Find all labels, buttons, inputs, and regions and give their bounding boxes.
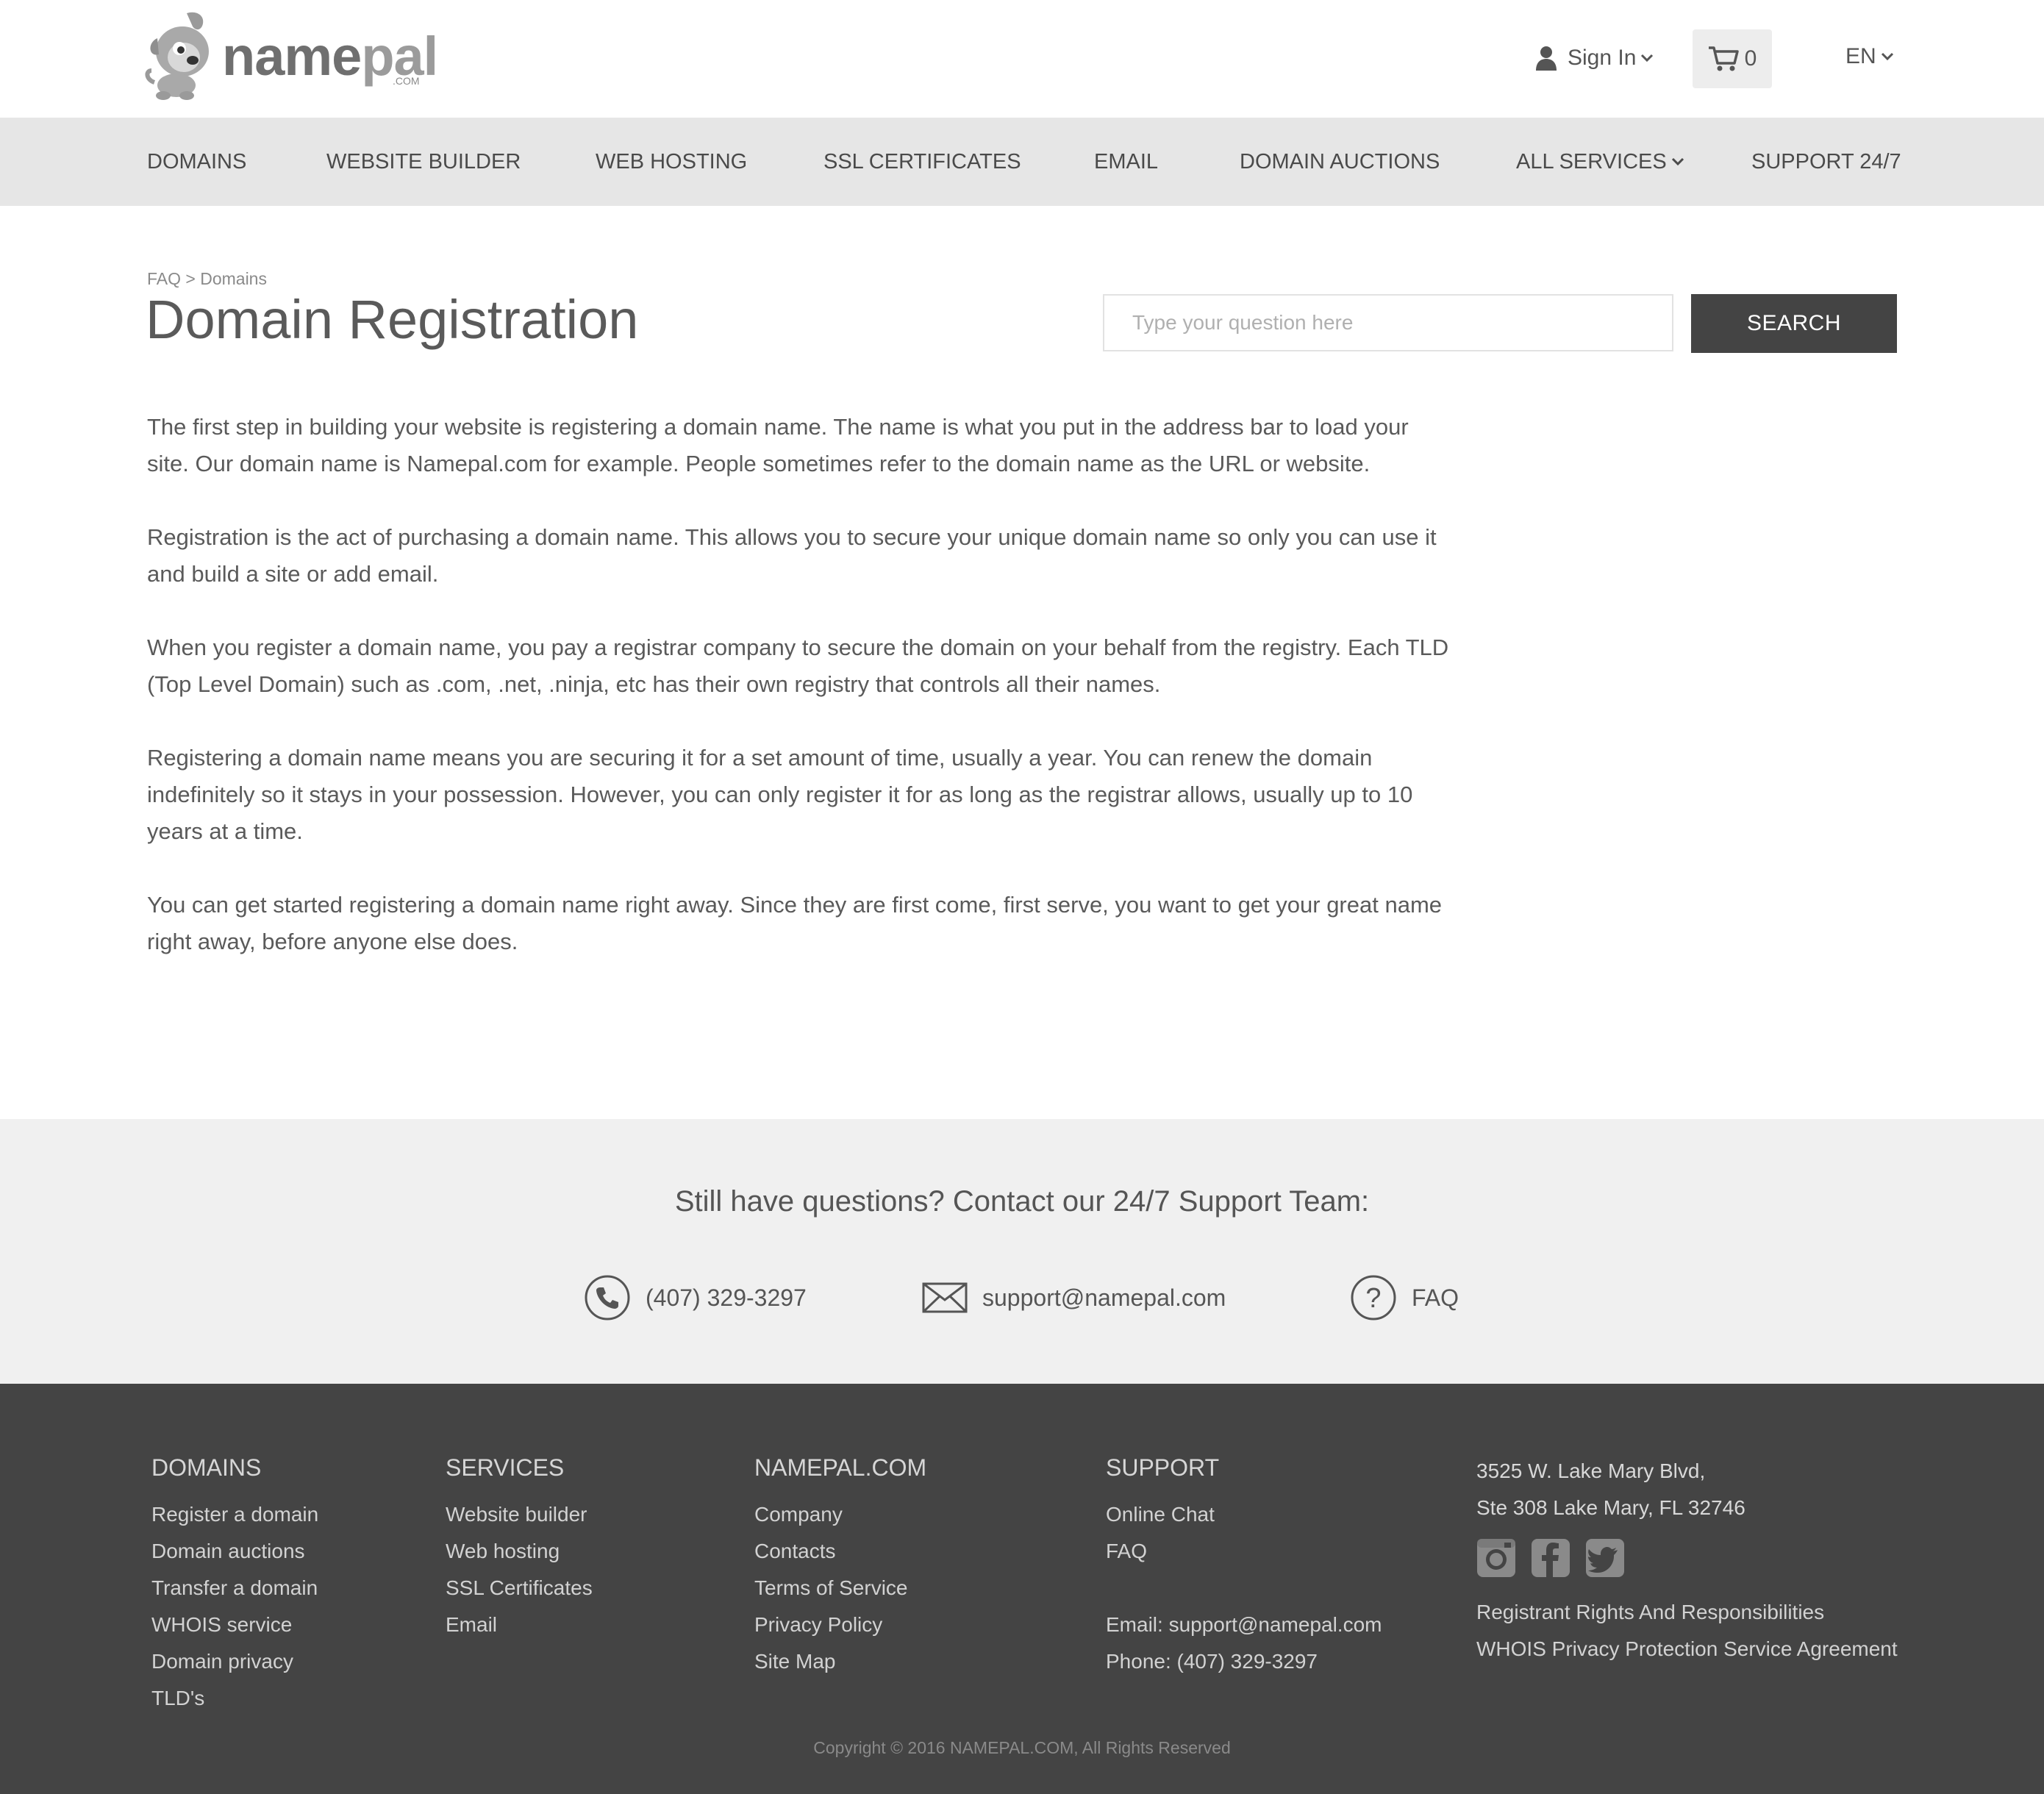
nav-web-hosting[interactable]: WEB HOSTING	[596, 118, 747, 206]
facebook-icon[interactable]	[1531, 1538, 1570, 1578]
footer-link[interactable]: Site Map	[754, 1643, 926, 1680]
twitter-icon[interactable]	[1585, 1538, 1625, 1578]
footer-link[interactable]: Domain auctions	[151, 1533, 318, 1570]
footer-link[interactable]: SSL Certificates	[446, 1570, 593, 1607]
user-icon	[1536, 46, 1557, 71]
contact-faq-text: FAQ	[1412, 1284, 1459, 1311]
footer-link[interactable]: Company	[754, 1496, 926, 1533]
footer-link[interactable]: Privacy Policy	[754, 1607, 926, 1643]
footer-address-line: 3525 W. Lake Mary Blvd,	[1476, 1459, 1706, 1482]
footer-heading: DOMAINS	[151, 1454, 262, 1481]
footer-link[interactable]: Registrant Rights And Responsibilities	[1476, 1594, 1898, 1631]
footer-link[interactable]: Transfer a domain	[151, 1570, 318, 1607]
site-footer: DOMAINS Register a domain Domain auction…	[0, 1384, 2044, 1794]
footer-link[interactable]: Register a domain	[151, 1496, 318, 1533]
nav-label: DOMAIN AUCTIONS	[1240, 150, 1440, 174]
svg-text:?: ?	[1365, 1283, 1381, 1314]
nav-label: SSL CERTIFICATES	[823, 150, 1021, 174]
footer-link[interactable]: Website builder	[446, 1496, 593, 1533]
nav-ssl-certificates[interactable]: SSL CERTIFICATES	[823, 118, 1021, 206]
footer-link[interactable]: Contacts	[754, 1533, 926, 1570]
chevron-down-icon	[1671, 157, 1684, 166]
footer-link[interactable]: WHOIS Privacy Protection Service Agreeme…	[1476, 1631, 1898, 1668]
footer-link[interactable]: FAQ	[1106, 1533, 1382, 1570]
nav-label: EMAIL	[1094, 150, 1159, 174]
footer-support-phone[interactable]: Phone: (407) 329-3297	[1106, 1643, 1382, 1680]
footer-link[interactable]: Domain privacy	[151, 1643, 318, 1680]
footer-link[interactable]: WHOIS service	[151, 1607, 318, 1643]
shopping-cart-icon	[1708, 46, 1739, 71]
nav-label: DOMAINS	[147, 150, 247, 174]
envelope-icon	[922, 1282, 968, 1313]
sign-in-label: Sign In	[1568, 46, 1637, 70]
search-button[interactable]: SEARCH	[1691, 294, 1897, 353]
nav-label: ALL SERVICES	[1516, 150, 1667, 174]
footer-heading: SERVICES	[446, 1454, 565, 1481]
footer-link[interactable]: Online Chat	[1106, 1496, 1382, 1533]
phone-icon	[585, 1275, 630, 1321]
breadcrumb[interactable]: FAQ > Domains	[147, 269, 267, 289]
article-paragraph: Registering a domain name means you are …	[147, 745, 1413, 844]
article-paragraph: You can get started registering a domain…	[147, 892, 1443, 954]
nav-label: WEBSITE BUILDER	[326, 150, 521, 174]
question-circle-icon: ?	[1351, 1275, 1396, 1321]
language-label: EN	[1845, 44, 1876, 68]
contact-support-band: Still have questions? Contact our 24/7 S…	[0, 1119, 2044, 1384]
footer-link[interactable]: Web hosting	[446, 1533, 593, 1570]
nav-label: SUPPORT 24/7	[1751, 150, 1901, 174]
footer-link[interactable]: Email	[446, 1607, 593, 1643]
chevron-down-icon	[1641, 54, 1654, 62]
footer-address-line: Ste 308 Lake Mary, FL 32746	[1476, 1496, 1745, 1519]
article-paragraph: Registration is the act of purchasing a …	[147, 524, 1437, 587]
contact-phone[interactable]: (407) 329-3297	[584, 1272, 807, 1323]
footer-support-email[interactable]: Email: support@namepal.com	[1106, 1607, 1382, 1643]
site-header: namepal .COM Sign In 0 EN	[0, 0, 2044, 118]
logo-text-name: name	[222, 26, 362, 87]
dog-mascot-icon	[145, 12, 209, 100]
nav-support[interactable]: SUPPORT 24/7	[1751, 118, 1901, 206]
footer-heading: SUPPORT	[1106, 1454, 1220, 1481]
article-paragraph: The first step in building your website …	[147, 414, 1409, 476]
contact-email-text: support@namepal.com	[982, 1284, 1226, 1311]
article-body: The first step in building your website …	[147, 409, 1456, 997]
nav-domain-auctions[interactable]: DOMAIN AUCTIONS	[1240, 118, 1440, 206]
contact-email[interactable]: support@namepal.com	[922, 1272, 1226, 1323]
contact-title: Still have questions? Contact our 24/7 S…	[674, 1185, 1370, 1218]
sign-in-dropdown[interactable]: Sign In	[1535, 41, 1664, 75]
footer-col-address: 3525 W. Lake Mary Blvd, Ste 308 Lake Mar…	[1476, 1453, 1898, 1668]
chevron-down-icon	[1881, 52, 1893, 61]
page-title: Domain Registration	[146, 289, 639, 350]
footer-heading: NAMEPAL.COM	[754, 1454, 927, 1481]
contact-phone-text: (407) 329-3297	[646, 1284, 807, 1311]
contact-faq[interactable]: ? FAQ	[1350, 1272, 1459, 1323]
nav-domains[interactable]: DOMAINS	[147, 118, 246, 206]
logo-com: .COM	[393, 75, 420, 87]
footer-col-services: SERVICES Website builder Web hosting SSL…	[446, 1454, 593, 1643]
cart-button[interactable]: 0	[1693, 29, 1772, 88]
footer-link[interactable]: TLD's	[151, 1680, 318, 1717]
namepal-logo[interactable]: namepal .COM	[144, 9, 438, 101]
article-paragraph: When you register a domain name, you pay…	[147, 635, 1449, 697]
faq-search-input[interactable]	[1103, 294, 1673, 351]
main-nav: DOMAINS WEBSITE BUILDER WEB HOSTING SSL …	[0, 118, 2044, 206]
copyright: Copyright © 2016 NAMEPAL.COM, All Rights…	[813, 1738, 1231, 1757]
nav-email[interactable]: EMAIL	[1094, 118, 1158, 206]
nav-website-builder[interactable]: WEBSITE BUILDER	[326, 118, 521, 206]
nav-label: WEB HOSTING	[596, 150, 748, 174]
footer-col-namepal: NAMEPAL.COM Company Contacts Terms of Se…	[754, 1454, 926, 1680]
language-selector[interactable]: EN	[1845, 44, 1894, 69]
footer-col-support: SUPPORT Online Chat FAQ Email: support@n…	[1106, 1454, 1382, 1680]
cart-count: 0	[1744, 46, 1757, 71]
footer-col-domains: DOMAINS Register a domain Domain auction…	[151, 1454, 318, 1717]
footer-link[interactable]: Terms of Service	[754, 1570, 926, 1607]
instagram-icon[interactable]	[1476, 1538, 1516, 1578]
social-links	[1476, 1538, 1898, 1578]
nav-all-services[interactable]: ALL SERVICES	[1516, 118, 1684, 206]
